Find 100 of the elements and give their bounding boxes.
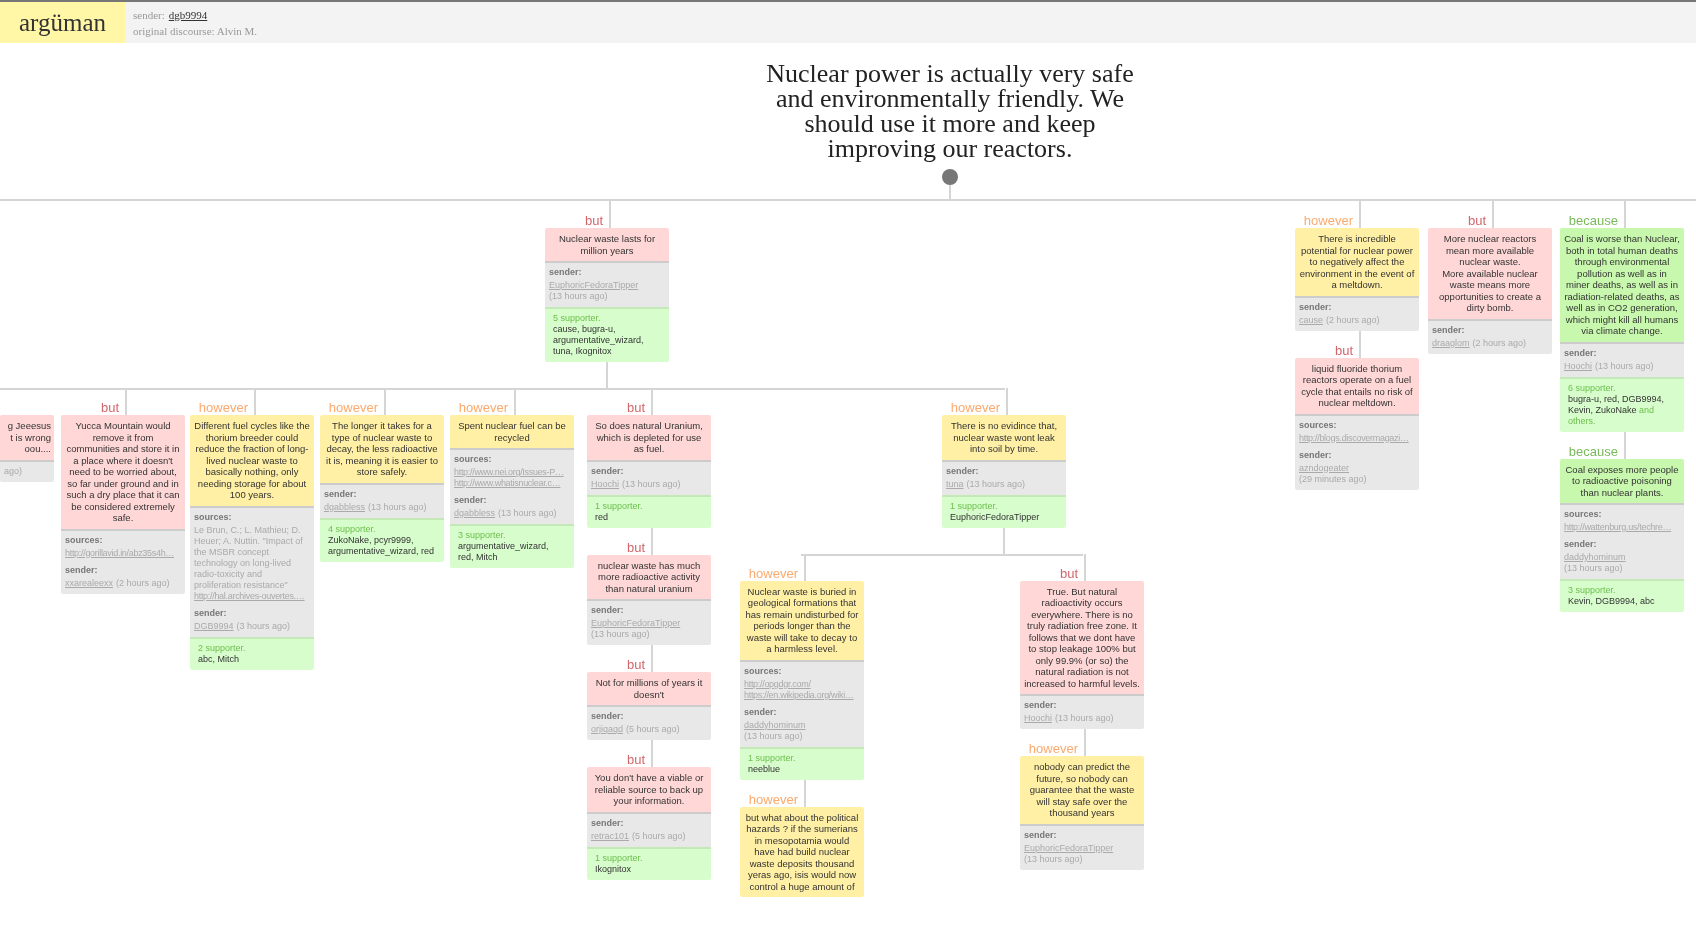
source-link[interactable]: https://en.wikipedia.org/wiki… — [744, 689, 860, 701]
supporter-count: 1 supporter. — [748, 752, 797, 764]
sender-label: sender: — [1564, 539, 1598, 550]
sender-label: sender: — [1299, 449, 1333, 461]
sender-link[interactable]: xxarealeexx — [65, 577, 114, 589]
relation-label: however — [949, 400, 1001, 415]
source-link[interactable]: http://hal.archives-ouvertes.… — [194, 590, 310, 602]
supporter-count: 6 supporter. — [1568, 382, 1617, 394]
argument-text: Coal exposes more people to radioactive poisoning than nuclear plants. — [1560, 458, 1684, 503]
supporter-names: neeblue — [748, 763, 782, 775]
relation-label: but — [625, 539, 646, 555]
relation-label: because — [1567, 213, 1619, 228]
supporter-names: cause, bugra-u, argumentative_wizard, tuna, Ikognitox — [553, 324, 645, 357]
connector-line — [651, 527, 653, 555]
sender-link[interactable]: EuphoricFedoraTipper — [591, 618, 681, 629]
source-link[interactable]: http://gorillavid.in/abz35s4h… — [65, 547, 181, 559]
relation-label: but — [625, 400, 646, 415]
relation-label: however — [747, 791, 799, 807]
relation-label: because — [1567, 443, 1619, 459]
sender-link[interactable]: dgabbless — [324, 501, 366, 513]
sender-label: sender: — [454, 495, 488, 506]
sender-link[interactable]: retrac101 — [591, 830, 630, 842]
sender-label: sender: — [549, 267, 583, 278]
relation-label: but — [583, 213, 604, 228]
argument-text: nuclear waste has much more radioactive activity than natural uranium — [587, 554, 711, 599]
supporter-count: 3 supporter. — [1568, 585, 1617, 596]
argument-text: Spent nuclear fuel can be recycled — [450, 415, 574, 448]
original-discourse: original discourse: Alvin M. — [133, 24, 258, 37]
supporter-names: ZukoNake, pcyr9999, argumentative_wizard, red — [328, 534, 436, 557]
argument-text: There is no evidince that, nuclear waste wont leak into soil by time. — [942, 415, 1066, 460]
argument-text: Different fuel cycles like the thorium breeder could reduce the fraction of long-lived nuclear waste to basically nothing, only needing storage for about 100 years. — [190, 415, 314, 506]
source-link[interactable]: http://wattenburg.us/techre… — [1564, 522, 1680, 533]
argument-text: True. But natural radioactivity occurs everywhere. There is no truly radiation free zone. It follows that we dont have to stop leakage 100% but only 99.9% (or so) the natural radiation is not increased to harmful levels. — [1020, 580, 1144, 694]
relation-label: but — [99, 400, 120, 415]
supporter-names: EuphoricFedoraTipper — [950, 511, 1041, 523]
argument-text: More nuclear reactors mean more available nuclear waste. More available nuclear waste means more opportunities to create a dirty bomb. — [1428, 228, 1552, 319]
sender-link[interactable]: azndogeater — [1299, 462, 1350, 474]
sender-label: sender: — [194, 607, 228, 619]
source-link[interactable]: http://blogs.discovermagazi… — [1299, 432, 1415, 444]
relation-label: but — [1466, 213, 1487, 228]
sources-label: sources: — [1299, 419, 1338, 431]
sender-link[interactable]: daddyhominum — [1564, 552, 1626, 563]
sender-link[interactable]: orjiqaqd — [591, 724, 624, 735]
relation-label: however — [327, 400, 379, 415]
argument-text: g Jeeesus t is wrong oou.... — [0, 415, 54, 460]
site-logo[interactable]: argüman — [0, 2, 125, 43]
connector-line — [804, 779, 806, 807]
sender-link[interactable]: daddyhominum — [744, 719, 806, 731]
supporter-names: Kevin, DGB9994, abc — [1568, 596, 1656, 607]
sender-link[interactable]: DGB9994 — [194, 620, 234, 632]
supporter-count: 5 supporter. — [553, 313, 602, 324]
relation-label: but — [1333, 342, 1354, 358]
relation-label: however — [457, 400, 509, 415]
sender-label: sender: — [1564, 347, 1598, 359]
sender-label: sender: — [1299, 301, 1333, 313]
sources-label: sources: — [65, 534, 104, 546]
sender-link[interactable]: dgb9994 — [168, 8, 208, 21]
root-dot — [942, 169, 958, 185]
source-link[interactable]: http://www.whatisnuclear.c… — [454, 478, 570, 489]
sender-link[interactable]: dgabbless — [454, 508, 496, 519]
supporter-names: abc, Mitch — [198, 653, 240, 665]
supporter-names: Ikognitox — [595, 863, 633, 875]
relation-label: but — [1058, 565, 1079, 581]
sender-label: sender: — [324, 488, 358, 500]
sender-link[interactable]: EuphoricFedoraTipper — [549, 280, 639, 291]
relation-label: however — [197, 400, 249, 415]
supporter-names: red — [595, 511, 609, 523]
sources-label: sources: — [1564, 509, 1603, 520]
argument-text: There is incredible potential for nuclear power to negatively affect the environment in the event of a meltdown. — [1295, 228, 1419, 296]
sender-link[interactable]: draaglom — [1432, 337, 1470, 349]
discourse-title: Nuclear power is actually very safe and environmentally friendly. We should use it more and keep improving our reactors. — [765, 61, 1135, 161]
argument-text: liquid fluoride thorium reactors operate on a fuel cycle that entails no risk of nuclear meltdown. — [1295, 357, 1419, 414]
argument-text: So does natural Uranium, which is depleted for use as fuel. — [587, 415, 711, 460]
supporter-count: 1 supporter. — [950, 500, 999, 512]
argument-text: but what about the political hazards ? if the sumerians in mesopotamia would have had build nuclear waste deposits thousand yeras ago, isis would now control a huge amount of — [740, 806, 864, 897]
source-link[interactable]: http://opgdgr.com/ — [744, 678, 860, 690]
relation-label: however — [1302, 213, 1354, 228]
relation-label: but — [625, 657, 646, 672]
source-link[interactable]: http://www.nei.org/Issues-P… — [454, 467, 570, 478]
sender-label: sender: — [65, 564, 99, 576]
argument-text: Nuclear waste is buried in geological formations that has remain undisturbed for periods longer than the waste will take to decay to a harmless level. — [740, 580, 864, 660]
argument-text: Coal is worse than Nuclear, both in total human deaths through environmental pollution as well as in miner deaths, as well as in radiation-related deaths, as well as in CO2 generation, which might kill all humans via climate change. — [1560, 228, 1684, 342]
sender-label: sender: — [946, 465, 980, 477]
supporter-names: argumentative_wizard, red, Mitch — [458, 541, 550, 563]
argument-text: nobody can predict the future, so nobody can guarantee that the waste will stay safe over the thousand years — [1020, 756, 1144, 824]
sources-label: sources: — [744, 665, 783, 677]
supporter-count: 3 supporter. — [458, 530, 507, 541]
sender-link[interactable]: EuphoricFedoraTipper — [1024, 842, 1114, 854]
relation-label: however — [1027, 741, 1079, 756]
argument-text: You don't have a viable or reliable source to back up your information. — [587, 767, 711, 812]
relation-label: however — [747, 565, 799, 581]
supporter-names: bugra-u, red, DGB9994, Kevin, ZukoNake and others. — [1568, 393, 1666, 427]
sender-label: sender: — [591, 465, 625, 477]
sources-label: sources: — [454, 454, 493, 465]
argument-text: Nuclear waste lasts for million years — [545, 228, 669, 261]
supporter-count: 2 supporter. — [198, 642, 247, 654]
supporter-count: 1 supporter. — [595, 852, 644, 864]
sender-label: sender: — [591, 711, 625, 722]
relation-label: but — [625, 752, 646, 767]
supporter-count: 1 supporter. — [595, 500, 644, 512]
